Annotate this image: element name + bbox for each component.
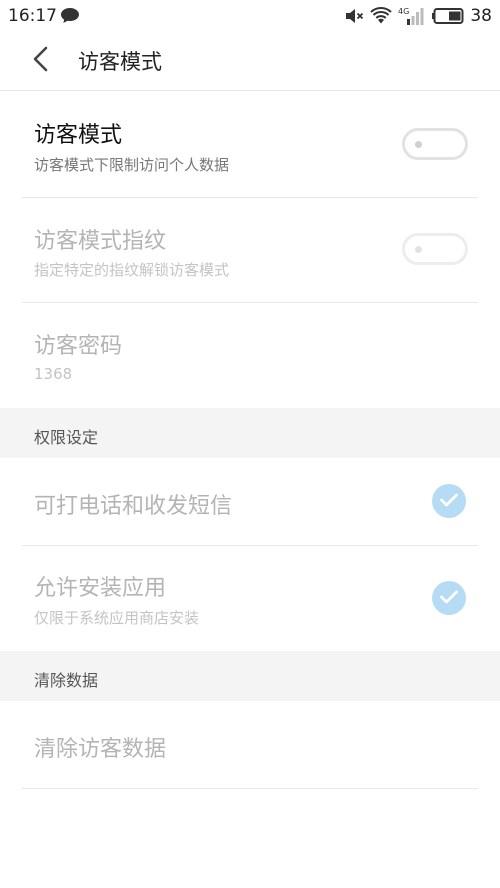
guest-fingerprint-subtitle: 指定特定的指纹解锁访客模式: [34, 261, 230, 279]
toggle-knob: [415, 246, 422, 253]
setting-row-guest-fingerprint[interactable]: 访客模式指纹 指定特定的指纹解锁访客模式: [0, 198, 500, 303]
battery-level: 38: [470, 6, 492, 26]
mute-icon: [344, 7, 364, 25]
guest-fingerprint-title: 访客模式指纹: [34, 229, 167, 254]
install-apps-title: 允许安装应用: [34, 576, 167, 601]
setting-row-guest-mode[interactable]: 访客模式 访客模式下限制访问个人数据: [0, 91, 500, 198]
section-header-clear-data: 清除数据: [0, 651, 500, 701]
guest-mode-subtitle: 访客模式下限制访问个人数据: [34, 156, 230, 174]
guest-mode-toggle[interactable]: [402, 128, 468, 160]
toggle-knob: [415, 141, 422, 148]
section-header-permissions: 权限设定: [0, 408, 500, 458]
page-title: 访客模式: [78, 50, 162, 74]
signal-icon: 4G: [398, 6, 426, 26]
setting-row-install-apps[interactable]: 允许安装应用 仅限于系统应用商店安装: [0, 546, 500, 651]
app-header: 访客模式: [0, 32, 500, 90]
chat-bubble-icon: [60, 7, 80, 24]
section-label-permissions: 权限设定: [34, 428, 99, 447]
back-button[interactable]: [22, 44, 58, 78]
network-type: 4G: [398, 7, 409, 16]
checkmark-icon: [440, 589, 458, 608]
setting-row-guest-password[interactable]: 访客密码 1368: [0, 303, 500, 408]
section-label-clear-data: 清除数据: [34, 671, 99, 690]
install-apps-subtitle: 仅限于系统应用商店安装: [34, 609, 200, 627]
row-divider: [22, 788, 478, 789]
status-icons: 4G 38: [344, 5, 492, 27]
guest-mode-title: 访客模式: [34, 123, 123, 148]
status-time: 16:17: [8, 6, 57, 26]
guest-password-value: 1368: [34, 365, 73, 383]
calls-sms-checkbox[interactable]: [432, 484, 466, 518]
chevron-left-icon: [32, 46, 48, 76]
battery-icon: [432, 8, 464, 24]
calls-sms-title: 可打电话和收发短信: [34, 494, 233, 519]
checkmark-icon: [440, 492, 458, 511]
clear-guest-data-title: 清除访客数据: [34, 737, 167, 762]
setting-row-clear-guest-data[interactable]: 清除访客数据: [0, 701, 500, 789]
status-bar: 16:17 4G 38: [0, 0, 500, 32]
setting-row-calls-sms[interactable]: 可打电话和收发短信: [0, 458, 500, 546]
install-apps-checkbox[interactable]: [432, 581, 466, 615]
guest-fingerprint-toggle[interactable]: [402, 233, 468, 265]
wifi-icon: [370, 7, 393, 25]
guest-password-title: 访客密码: [34, 334, 123, 359]
